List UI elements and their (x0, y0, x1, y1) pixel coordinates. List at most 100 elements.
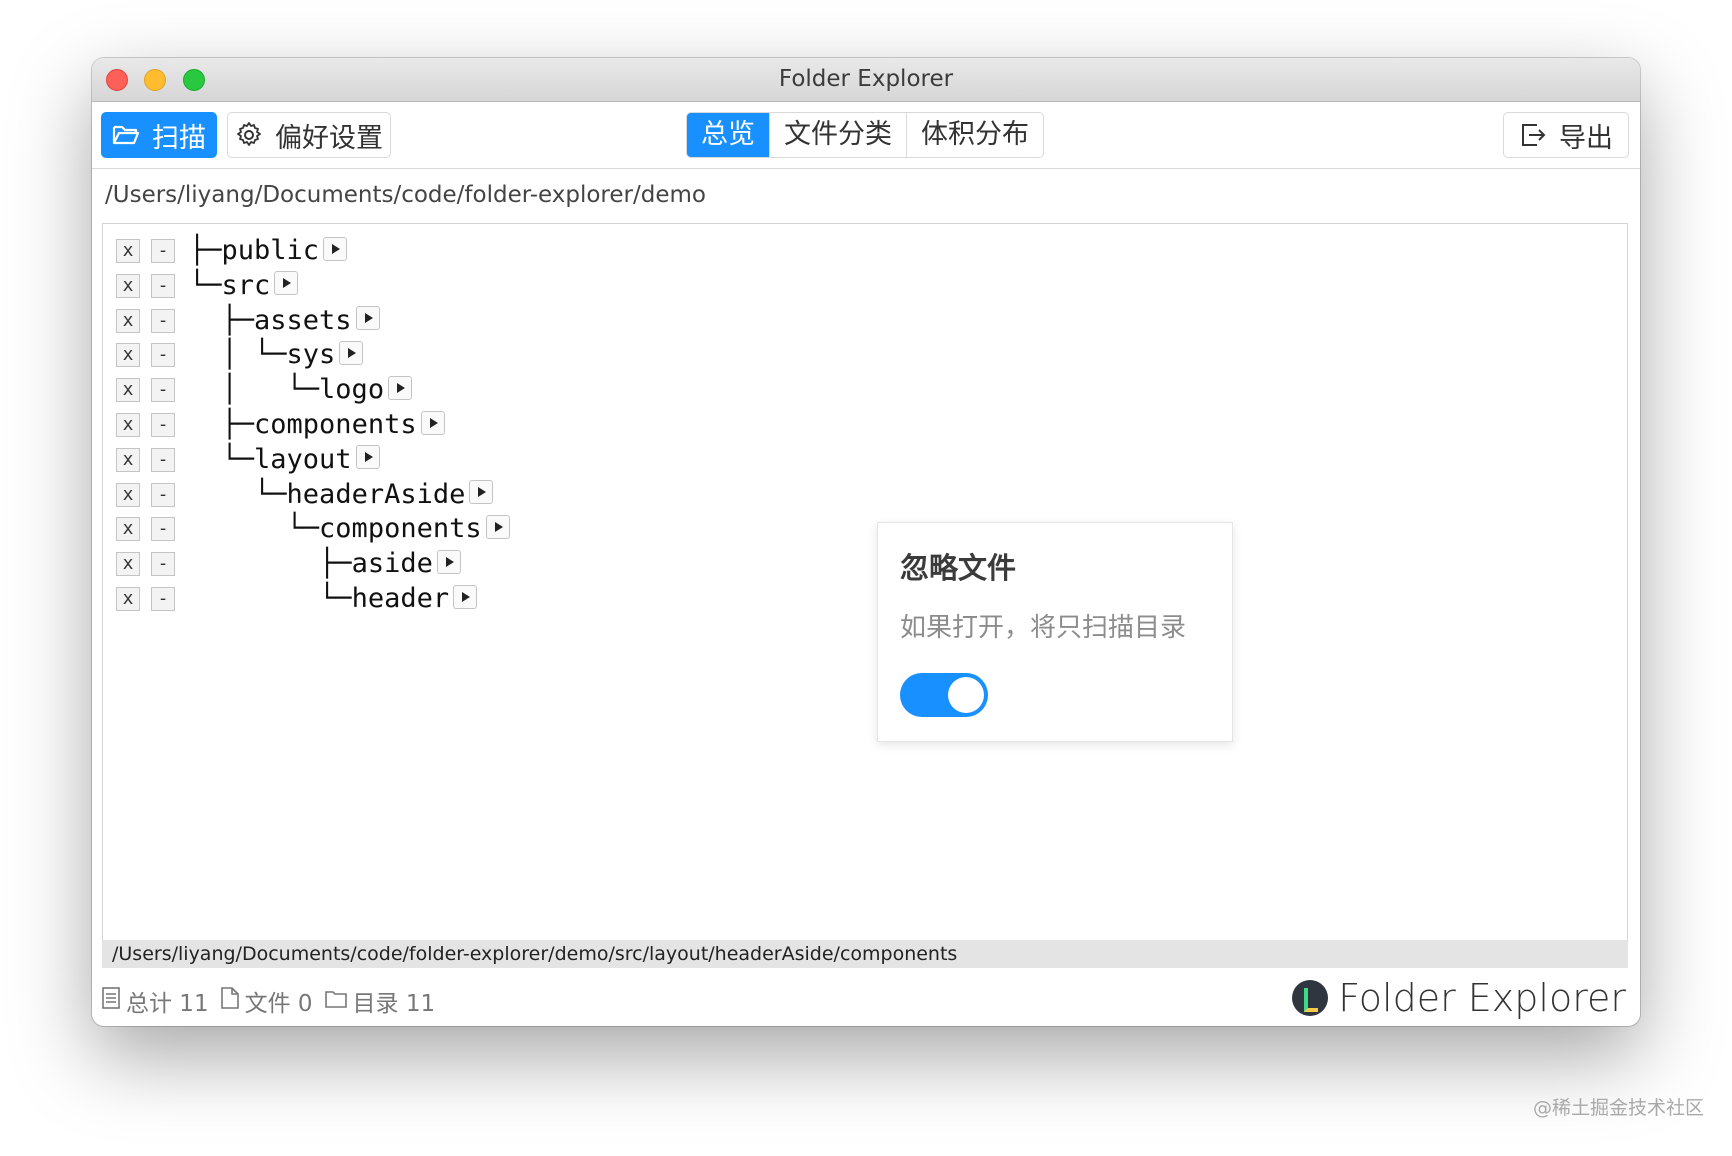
watermark: @稀土掘金技术社区 (1532, 1097, 1704, 1119)
tree-node-name: logo (319, 374, 385, 406)
dirs-stat: 目录 11 (324, 984, 436, 1018)
ignore-files-toggle[interactable] (900, 673, 988, 717)
expand-arrow-icon[interactable] (436, 549, 461, 574)
tree-row: x- │ └─sys (103, 338, 803, 372)
remove-node-button[interactable]: x (116, 273, 140, 298)
tree-node-name: sys (286, 339, 336, 371)
tree-branch-prefix: └─ (189, 443, 255, 475)
export-button[interactable]: 导出 (1503, 112, 1629, 158)
expand-arrow-icon[interactable] (339, 340, 364, 365)
remove-node-button[interactable]: x (116, 413, 140, 437)
app-logo-icon (1292, 980, 1329, 1016)
tree-row: x - └─src (103, 269, 803, 303)
remove-node-button[interactable]: x (116, 378, 140, 403)
view-tabs: 总览 文件分类 体积分布 (686, 112, 1044, 158)
popover-title: 忽略文件 (900, 551, 1017, 585)
collapse-node-button[interactable]: - (151, 273, 175, 298)
collapse-node-button[interactable]: - (151, 343, 175, 368)
gear-icon (235, 121, 263, 149)
title-bar[interactable]: Folder Explorer (92, 58, 1640, 102)
remove-node-button[interactable]: x (116, 482, 140, 507)
tree-row: x- └─header (103, 582, 803, 616)
folder-icon (324, 988, 347, 1014)
brand-name: Folder Explorer (1338, 976, 1626, 1020)
tree-node-name: headerAside (286, 478, 466, 510)
remove-node-button[interactable]: x (116, 308, 140, 333)
total-count: 总计 11 (126, 991, 209, 1017)
collapse-node-button[interactable]: - (151, 413, 175, 437)
tree-branch-prefix: └─ (189, 583, 352, 614)
expand-arrow-icon[interactable] (355, 306, 380, 331)
tree-branch-prefix: └─ (189, 269, 222, 301)
collapse-node-button[interactable]: - (151, 517, 175, 542)
collapse-node-button[interactable]: - (151, 308, 175, 333)
remove-node-button[interactable]: x (116, 517, 140, 542)
preferences-button[interactable]: 偏好设置 (227, 112, 391, 158)
expand-arrow-icon[interactable] (388, 375, 413, 400)
tree-node[interactable]: ├─aside (189, 547, 461, 581)
tree-node[interactable]: └─src (189, 269, 299, 303)
tree-node-name: assets (254, 304, 352, 336)
collapse-node-button[interactable]: - (151, 587, 175, 611)
export-icon (1519, 121, 1547, 149)
tree-node-name: src (221, 269, 271, 301)
dirs-count: 目录 11 (352, 991, 436, 1017)
tree-branch-prefix: ├─ (189, 304, 255, 336)
tree-node[interactable]: └─components (189, 512, 510, 546)
collapse-node-button[interactable]: - (151, 239, 175, 263)
expand-arrow-icon[interactable] (420, 410, 445, 435)
file-icon (220, 987, 239, 1015)
tree-node[interactable]: ├─components (189, 408, 445, 442)
expand-arrow-icon[interactable] (355, 445, 380, 470)
remove-node-button[interactable]: x (116, 587, 140, 611)
popover-description: 如果打开，将只扫描目录 (900, 613, 1187, 643)
expand-arrow-icon[interactable] (274, 271, 299, 296)
tree-node[interactable]: └─layout (189, 443, 380, 477)
tree-branch-prefix: ├─ (189, 409, 255, 440)
tree-row: x- ├─aside (103, 547, 803, 581)
tree-branch-prefix: │ └─ (189, 339, 287, 371)
tree-node[interactable]: ├─public (189, 234, 348, 268)
expand-arrow-icon[interactable] (453, 584, 478, 609)
collapse-node-button[interactable]: - (151, 482, 175, 507)
tab-file-types[interactable]: 文件分类 (769, 113, 906, 157)
tree-node-name: header (351, 583, 450, 614)
tree-node-name: aside (351, 548, 433, 580)
folder-tree: x - ├─public x - └─src x - ├─assets x - │ └─sys x -… (102, 223, 1628, 943)
expand-arrow-icon[interactable] (323, 236, 348, 261)
tree-node-name: layout (254, 443, 352, 475)
tree-row: x- └─components (103, 512, 803, 546)
tree-row: x- ├─components (103, 408, 803, 442)
footer: 总计 11 文件 0 目录 11 Folder Explorer (92, 970, 1640, 1026)
tree-node[interactable]: │ └─logo (189, 373, 413, 407)
expand-arrow-icon[interactable] (485, 514, 510, 539)
tree-node-name: components (319, 513, 482, 545)
tab-overview[interactable]: 总览 (687, 113, 769, 157)
collapse-node-button[interactable]: - (151, 552, 175, 577)
tree-branch-prefix: ├─ (189, 548, 352, 580)
export-label: 导出 (1559, 122, 1613, 154)
remove-node-button[interactable]: x (116, 343, 140, 368)
current-path: /Users/liyang/Documents/code/folder-expl… (105, 182, 706, 208)
remove-node-button[interactable]: x (116, 447, 140, 472)
scan-button[interactable]: 扫描 (101, 112, 217, 158)
collapse-node-button[interactable]: - (151, 447, 175, 472)
window-title: Folder Explorer (778, 66, 954, 92)
selected-path-status: /Users/liyang/Documents/code/folder-expl… (102, 940, 1628, 968)
tab-size-distribution[interactable]: 体积分布 (906, 113, 1043, 157)
stats-bar: 总计 11 文件 0 目录 11 (102, 984, 441, 1018)
list-icon (102, 987, 120, 1015)
tree-branch-prefix: │ └─ (189, 374, 320, 406)
ignore-files-popover: 忽略文件 如果打开，将只扫描目录 (877, 522, 1233, 742)
tree-node[interactable]: └─headerAside (189, 478, 494, 512)
collapse-node-button[interactable]: - (151, 378, 175, 403)
remove-node-button[interactable]: x (116, 552, 140, 577)
expand-arrow-icon[interactable] (469, 480, 494, 505)
tree-branch-prefix: ├─ (189, 235, 222, 266)
tree-node[interactable]: └─header (189, 582, 478, 616)
folder-open-icon (112, 123, 140, 147)
preferences-label: 偏好设置 (275, 122, 383, 154)
tree-node[interactable]: │ └─sys (189, 338, 364, 372)
tree-node[interactable]: ├─assets (189, 304, 380, 338)
remove-node-button[interactable]: x (116, 239, 140, 263)
